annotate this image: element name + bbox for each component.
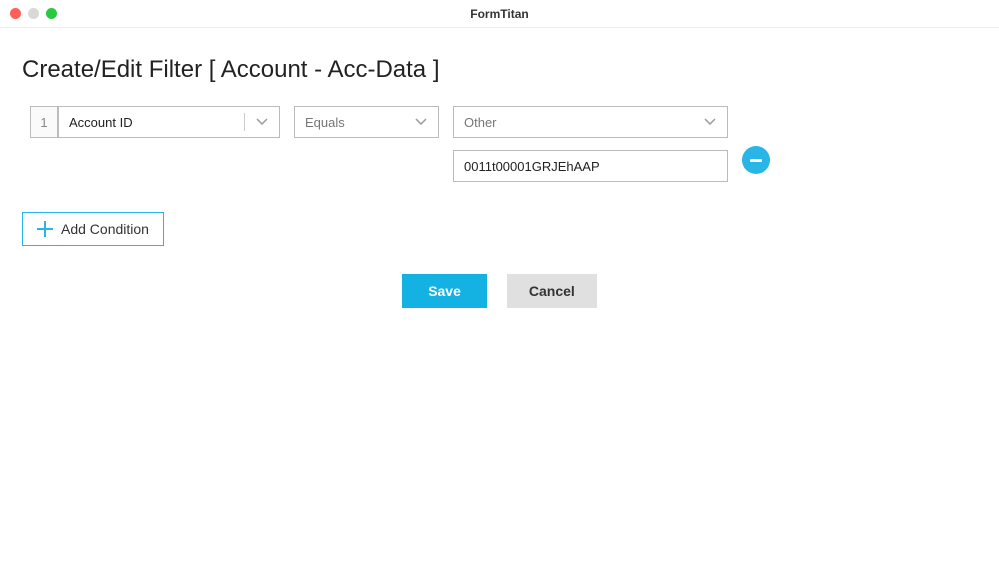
value-input[interactable] bbox=[453, 150, 728, 182]
add-condition-button[interactable]: Add Condition bbox=[22, 212, 164, 246]
chevron-down-icon bbox=[414, 115, 428, 129]
chevron-down-icon bbox=[255, 115, 269, 129]
page-title: Create/Edit Filter [ Account - Acc-Data … bbox=[22, 56, 977, 84]
action-buttons: Save Cancel bbox=[22, 274, 977, 308]
maximize-window-button[interactable] bbox=[46, 8, 57, 19]
condition-row: 1 Account ID Equals Other bbox=[30, 106, 977, 182]
chevron-down-icon bbox=[703, 115, 717, 129]
value-type-select-value: Other bbox=[464, 115, 703, 130]
field-select[interactable]: Account ID bbox=[58, 106, 280, 138]
condition-index: 1 bbox=[30, 106, 58, 138]
add-condition-label: Add Condition bbox=[61, 221, 149, 237]
field-select-value: Account ID bbox=[69, 115, 244, 130]
plus-icon bbox=[37, 221, 53, 237]
operator-select[interactable]: Equals bbox=[294, 106, 439, 138]
window-controls bbox=[10, 8, 57, 19]
cancel-button[interactable]: Cancel bbox=[507, 274, 597, 308]
value-column: Other bbox=[453, 106, 728, 182]
remove-condition-button[interactable] bbox=[742, 146, 770, 174]
minimize-window-button[interactable] bbox=[28, 8, 39, 19]
operator-select-value: Equals bbox=[305, 115, 414, 130]
window-title: FormTitan bbox=[470, 7, 528, 21]
minus-icon bbox=[750, 159, 762, 162]
save-button[interactable]: Save bbox=[402, 274, 487, 308]
value-type-select[interactable]: Other bbox=[453, 106, 728, 138]
window-titlebar: FormTitan bbox=[0, 0, 999, 28]
main-content: Create/Edit Filter [ Account - Acc-Data … bbox=[0, 28, 999, 336]
field-select-divider bbox=[244, 113, 245, 131]
close-window-button[interactable] bbox=[10, 8, 21, 19]
